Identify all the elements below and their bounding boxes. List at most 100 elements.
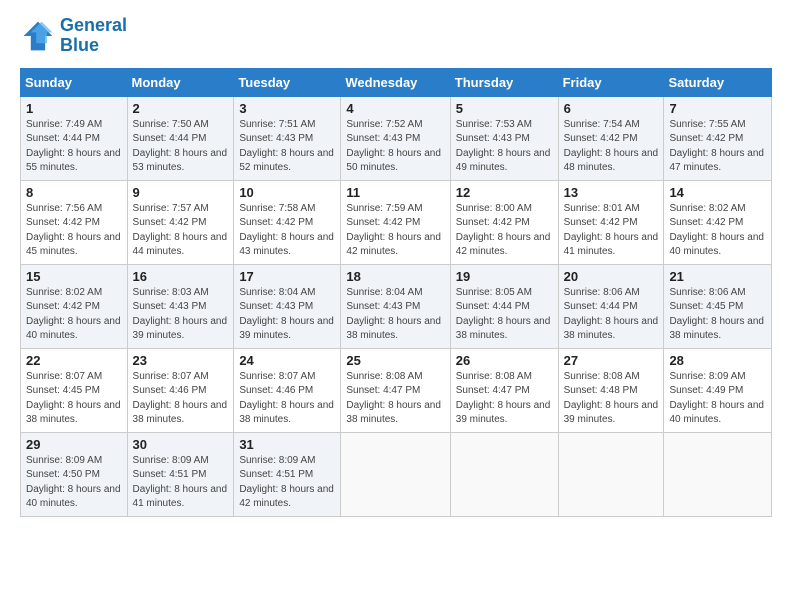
day-info: Sunrise: 7:51 AM Sunset: 4:43 PM Dayligh… bbox=[239, 118, 335, 176]
calendar-cell: 16 Sunrise: 8:03 AM Sunset: 4:43 PM Dayl… bbox=[127, 264, 234, 348]
day-info: Sunrise: 8:04 AM Sunset: 4:43 PM Dayligh… bbox=[239, 286, 335, 344]
day-number: 23 bbox=[133, 353, 229, 368]
day-number: 29 bbox=[26, 437, 122, 452]
calendar-cell: 23 Sunrise: 8:07 AM Sunset: 4:46 PM Dayl… bbox=[127, 348, 234, 432]
day-info: Sunrise: 8:07 AM Sunset: 4:45 PM Dayligh… bbox=[26, 370, 122, 428]
logo: General Blue bbox=[20, 16, 127, 56]
day-info: Sunrise: 8:09 AM Sunset: 4:49 PM Dayligh… bbox=[669, 370, 766, 428]
header: General Blue bbox=[20, 16, 772, 56]
weekday-header-row: SundayMondayTuesdayWednesdayThursdayFrid… bbox=[21, 68, 772, 96]
calendar-cell: 19 Sunrise: 8:05 AM Sunset: 4:44 PM Dayl… bbox=[450, 264, 558, 348]
day-info: Sunrise: 8:07 AM Sunset: 4:46 PM Dayligh… bbox=[239, 370, 335, 428]
calendar-cell: 26 Sunrise: 8:08 AM Sunset: 4:47 PM Dayl… bbox=[450, 348, 558, 432]
day-info: Sunrise: 8:08 AM Sunset: 4:47 PM Dayligh… bbox=[346, 370, 444, 428]
day-number: 4 bbox=[346, 101, 444, 116]
calendar-cell: 9 Sunrise: 7:57 AM Sunset: 4:42 PM Dayli… bbox=[127, 180, 234, 264]
day-info: Sunrise: 7:59 AM Sunset: 4:42 PM Dayligh… bbox=[346, 202, 444, 260]
day-info: Sunrise: 7:50 AM Sunset: 4:44 PM Dayligh… bbox=[133, 118, 229, 176]
weekday-header-sunday: Sunday bbox=[21, 68, 128, 96]
day-info: Sunrise: 8:03 AM Sunset: 4:43 PM Dayligh… bbox=[133, 286, 229, 344]
calendar-cell: 31 Sunrise: 8:09 AM Sunset: 4:51 PM Dayl… bbox=[234, 432, 341, 516]
day-number: 9 bbox=[133, 185, 229, 200]
day-info: Sunrise: 8:08 AM Sunset: 4:48 PM Dayligh… bbox=[564, 370, 659, 428]
day-number: 18 bbox=[346, 269, 444, 284]
day-info: Sunrise: 8:09 AM Sunset: 4:51 PM Dayligh… bbox=[133, 454, 229, 512]
calendar-cell: 4 Sunrise: 7:52 AM Sunset: 4:43 PM Dayli… bbox=[341, 96, 450, 180]
day-number: 16 bbox=[133, 269, 229, 284]
day-info: Sunrise: 8:06 AM Sunset: 4:45 PM Dayligh… bbox=[669, 286, 766, 344]
calendar-cell: 20 Sunrise: 8:06 AM Sunset: 4:44 PM Dayl… bbox=[558, 264, 664, 348]
calendar-cell: 8 Sunrise: 7:56 AM Sunset: 4:42 PM Dayli… bbox=[21, 180, 128, 264]
day-info: Sunrise: 8:00 AM Sunset: 4:42 PM Dayligh… bbox=[456, 202, 553, 260]
calendar-cell: 11 Sunrise: 7:59 AM Sunset: 4:42 PM Dayl… bbox=[341, 180, 450, 264]
day-number: 15 bbox=[26, 269, 122, 284]
day-number: 22 bbox=[26, 353, 122, 368]
day-number: 10 bbox=[239, 185, 335, 200]
day-info: Sunrise: 7:56 AM Sunset: 4:42 PM Dayligh… bbox=[26, 202, 122, 260]
day-info: Sunrise: 8:02 AM Sunset: 4:42 PM Dayligh… bbox=[26, 286, 122, 344]
day-number: 5 bbox=[456, 101, 553, 116]
day-number: 26 bbox=[456, 353, 553, 368]
day-number: 13 bbox=[564, 185, 659, 200]
day-number: 3 bbox=[239, 101, 335, 116]
day-number: 21 bbox=[669, 269, 766, 284]
calendar-cell: 2 Sunrise: 7:50 AM Sunset: 4:44 PM Dayli… bbox=[127, 96, 234, 180]
day-number: 11 bbox=[346, 185, 444, 200]
weekday-header-tuesday: Tuesday bbox=[234, 68, 341, 96]
day-info: Sunrise: 8:01 AM Sunset: 4:42 PM Dayligh… bbox=[564, 202, 659, 260]
day-number: 19 bbox=[456, 269, 553, 284]
calendar-week-4: 22 Sunrise: 8:07 AM Sunset: 4:45 PM Dayl… bbox=[21, 348, 772, 432]
calendar-cell: 28 Sunrise: 8:09 AM Sunset: 4:49 PM Dayl… bbox=[664, 348, 772, 432]
calendar-cell: 3 Sunrise: 7:51 AM Sunset: 4:43 PM Dayli… bbox=[234, 96, 341, 180]
calendar-cell: 21 Sunrise: 8:06 AM Sunset: 4:45 PM Dayl… bbox=[664, 264, 772, 348]
day-info: Sunrise: 7:55 AM Sunset: 4:42 PM Dayligh… bbox=[669, 118, 766, 176]
day-info: Sunrise: 8:09 AM Sunset: 4:50 PM Dayligh… bbox=[26, 454, 122, 512]
day-number: 2 bbox=[133, 101, 229, 116]
day-info: Sunrise: 8:05 AM Sunset: 4:44 PM Dayligh… bbox=[456, 286, 553, 344]
day-info: Sunrise: 7:54 AM Sunset: 4:42 PM Dayligh… bbox=[564, 118, 659, 176]
weekday-header-saturday: Saturday bbox=[664, 68, 772, 96]
calendar-cell: 15 Sunrise: 8:02 AM Sunset: 4:42 PM Dayl… bbox=[21, 264, 128, 348]
weekday-header-friday: Friday bbox=[558, 68, 664, 96]
day-number: 7 bbox=[669, 101, 766, 116]
calendar-cell: 14 Sunrise: 8:02 AM Sunset: 4:42 PM Dayl… bbox=[664, 180, 772, 264]
day-number: 6 bbox=[564, 101, 659, 116]
calendar-week-2: 8 Sunrise: 7:56 AM Sunset: 4:42 PM Dayli… bbox=[21, 180, 772, 264]
calendar-cell: 12 Sunrise: 8:00 AM Sunset: 4:42 PM Dayl… bbox=[450, 180, 558, 264]
day-info: Sunrise: 7:58 AM Sunset: 4:42 PM Dayligh… bbox=[239, 202, 335, 260]
calendar-cell: 5 Sunrise: 7:53 AM Sunset: 4:43 PM Dayli… bbox=[450, 96, 558, 180]
day-info: Sunrise: 8:07 AM Sunset: 4:46 PM Dayligh… bbox=[133, 370, 229, 428]
day-number: 17 bbox=[239, 269, 335, 284]
calendar-cell: 7 Sunrise: 7:55 AM Sunset: 4:42 PM Dayli… bbox=[664, 96, 772, 180]
calendar-cell bbox=[558, 432, 664, 516]
calendar-cell: 13 Sunrise: 8:01 AM Sunset: 4:42 PM Dayl… bbox=[558, 180, 664, 264]
calendar-week-1: 1 Sunrise: 7:49 AM Sunset: 4:44 PM Dayli… bbox=[21, 96, 772, 180]
day-number: 31 bbox=[239, 437, 335, 452]
day-number: 25 bbox=[346, 353, 444, 368]
day-number: 20 bbox=[564, 269, 659, 284]
day-number: 30 bbox=[133, 437, 229, 452]
day-info: Sunrise: 7:57 AM Sunset: 4:42 PM Dayligh… bbox=[133, 202, 229, 260]
calendar-cell: 29 Sunrise: 8:09 AM Sunset: 4:50 PM Dayl… bbox=[21, 432, 128, 516]
calendar-cell: 30 Sunrise: 8:09 AM Sunset: 4:51 PM Dayl… bbox=[127, 432, 234, 516]
day-info: Sunrise: 7:49 AM Sunset: 4:44 PM Dayligh… bbox=[26, 118, 122, 176]
weekday-header-wednesday: Wednesday bbox=[341, 68, 450, 96]
day-number: 12 bbox=[456, 185, 553, 200]
day-info: Sunrise: 8:02 AM Sunset: 4:42 PM Dayligh… bbox=[669, 202, 766, 260]
calendar-week-3: 15 Sunrise: 8:02 AM Sunset: 4:42 PM Dayl… bbox=[21, 264, 772, 348]
calendar-cell bbox=[341, 432, 450, 516]
calendar-cell: 1 Sunrise: 7:49 AM Sunset: 4:44 PM Dayli… bbox=[21, 96, 128, 180]
day-number: 1 bbox=[26, 101, 122, 116]
day-info: Sunrise: 7:52 AM Sunset: 4:43 PM Dayligh… bbox=[346, 118, 444, 176]
calendar-cell: 18 Sunrise: 8:04 AM Sunset: 4:43 PM Dayl… bbox=[341, 264, 450, 348]
logo-text: General Blue bbox=[60, 16, 127, 56]
calendar-cell: 6 Sunrise: 7:54 AM Sunset: 4:42 PM Dayli… bbox=[558, 96, 664, 180]
day-info: Sunrise: 8:06 AM Sunset: 4:44 PM Dayligh… bbox=[564, 286, 659, 344]
calendar-table: SundayMondayTuesdayWednesdayThursdayFrid… bbox=[20, 68, 772, 517]
logo-icon bbox=[20, 18, 56, 54]
calendar-cell: 22 Sunrise: 8:07 AM Sunset: 4:45 PM Dayl… bbox=[21, 348, 128, 432]
page: General Blue SundayMondayTuesdayWednesda… bbox=[0, 0, 792, 612]
day-number: 8 bbox=[26, 185, 122, 200]
calendar-week-5: 29 Sunrise: 8:09 AM Sunset: 4:50 PM Dayl… bbox=[21, 432, 772, 516]
day-number: 14 bbox=[669, 185, 766, 200]
